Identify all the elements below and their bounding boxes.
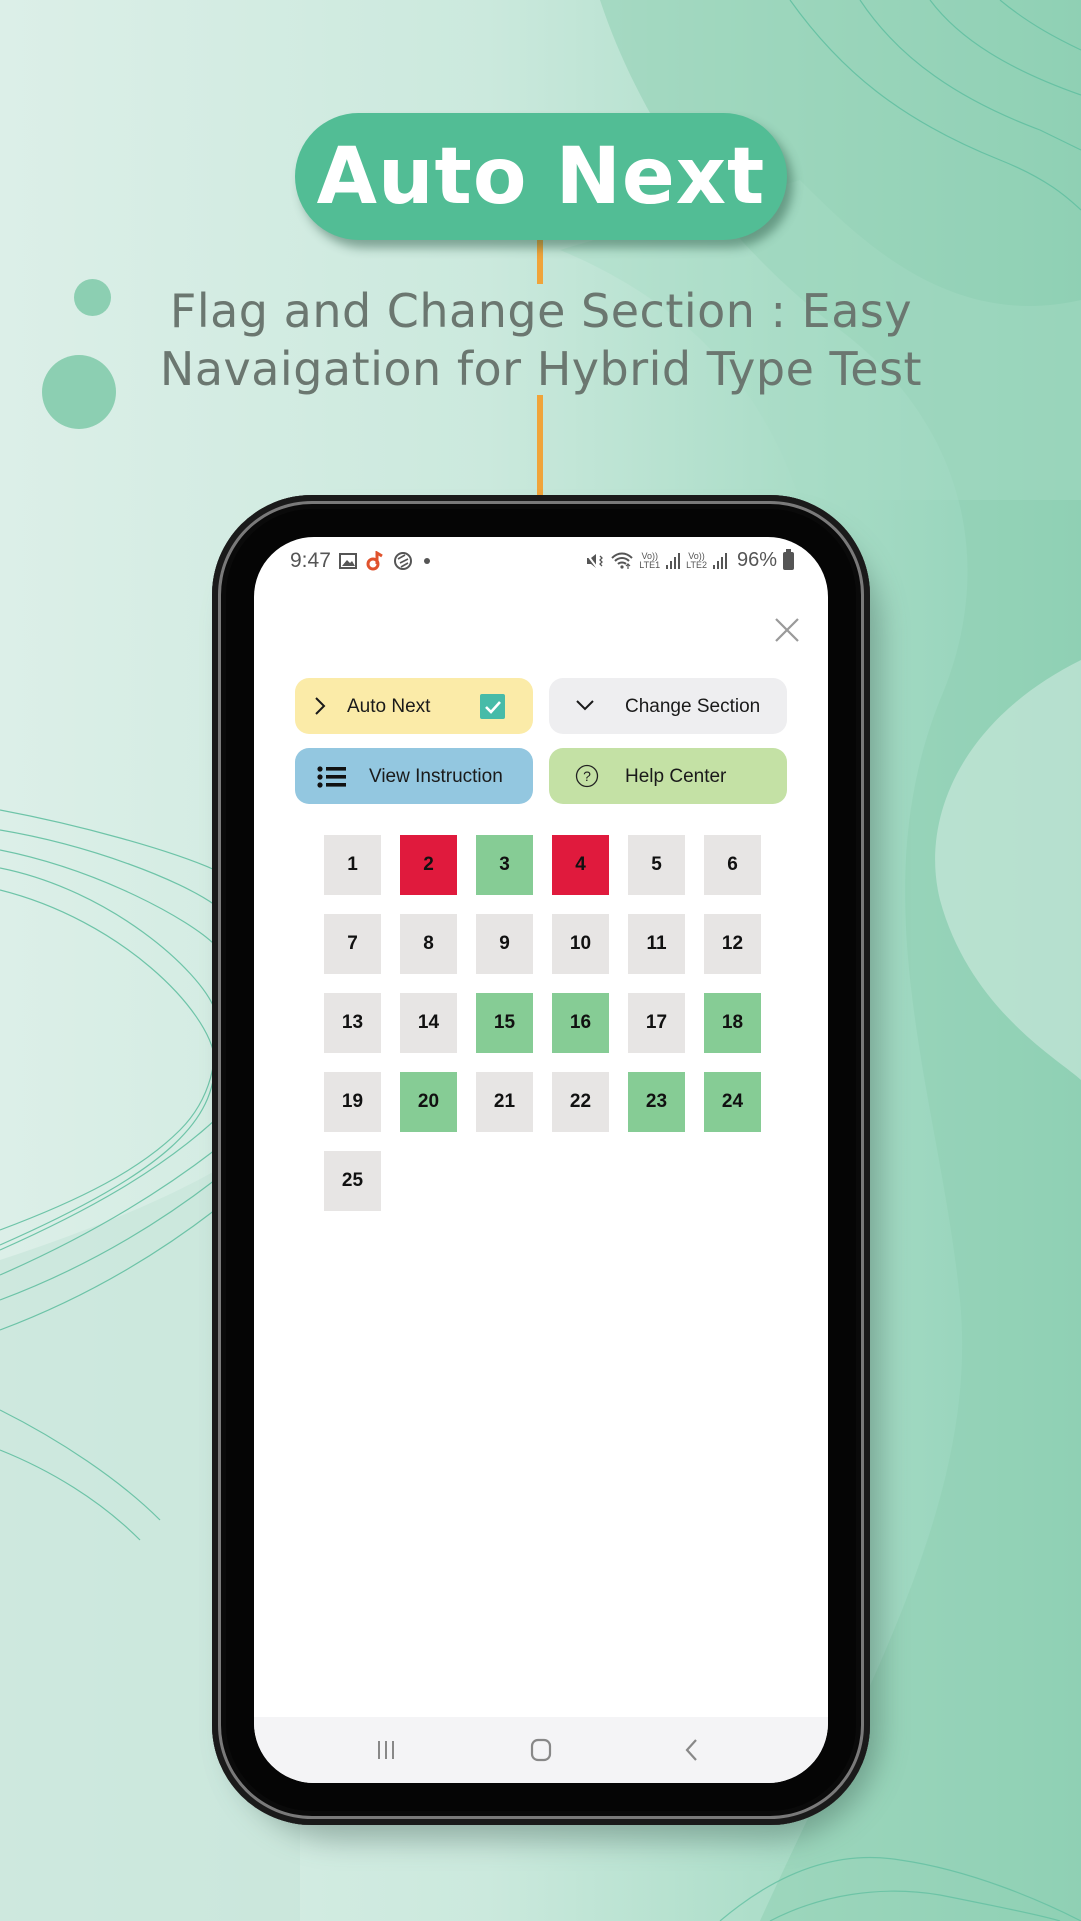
help-center-button[interactable]: ? Help Center [549,748,787,804]
recents-icon [378,1741,394,1759]
mute-vibrate-icon [585,551,605,570]
svg-text:?: ? [583,768,591,784]
question-17-button[interactable]: 17 [628,993,685,1053]
status-left: 9:47 [290,549,433,573]
checkmark-icon [484,700,501,714]
music-app-icon [365,551,385,571]
wifi-icon [611,552,633,570]
gallery-icon [338,553,357,569]
question-16-button[interactable]: 16 [552,993,609,1053]
close-icon [775,618,799,642]
question-22-button[interactable]: 22 [552,1072,609,1132]
question-15-button[interactable]: 15 [476,993,533,1053]
decorative-dot-large [42,355,116,429]
question-7-button[interactable]: 7 [324,914,381,974]
question-3-button[interactable]: 3 [476,835,533,895]
question-6-button[interactable]: 6 [704,835,761,895]
phone-screen: 9:47 Vo)) LTE1 Vo)) LTE2 96% Auto Next C… [254,537,828,1783]
question-24-button[interactable]: 24 [704,1072,761,1132]
volte-lte2-signal-icon: Vo)) LTE2 [686,550,707,570]
question-8-button[interactable]: 8 [400,914,457,974]
auto-next-checkbox[interactable] [480,694,505,719]
status-bar: 9:47 Vo)) LTE1 Vo)) LTE2 96% [254,537,828,585]
promo-title: Auto Next [316,131,766,222]
connector-line-top [537,238,543,284]
sync-icon [393,551,413,571]
question-19-button[interactable]: 19 [324,1072,381,1132]
promo-title-badge: Auto Next [295,113,787,240]
question-13-button[interactable]: 13 [324,993,381,1053]
question-5-button[interactable]: 5 [628,835,685,895]
dot-icon [421,555,433,567]
back-button[interactable] [672,1735,712,1765]
chevron-right-icon [313,695,327,717]
question-21-button[interactable]: 21 [476,1072,533,1132]
close-button[interactable] [772,615,802,645]
status-right: Vo)) LTE1 Vo)) LTE2 96% [585,548,794,572]
question-14-button[interactable]: 14 [400,993,457,1053]
signal-strength-2-icon [712,552,727,569]
question-12-button[interactable]: 12 [704,914,761,974]
connector-line-bottom [537,395,543,495]
decorative-dot-small [74,279,111,316]
auto-next-button[interactable]: Auto Next [295,678,533,734]
question-2-button[interactable]: 2 [400,835,457,895]
question-23-button[interactable]: 23 [628,1072,685,1132]
promo-subtitle-line-1: Flag and Change Section : Easy [169,284,913,338]
question-1-button[interactable]: 1 [324,835,381,895]
home-button[interactable] [521,1735,561,1765]
view-instruction-button[interactable]: View Instruction [295,748,533,804]
help-circle-icon: ? [575,764,599,788]
chevron-down-icon [575,698,595,712]
question-25-button[interactable]: 25 [324,1151,381,1211]
battery-percent: 96% [736,549,777,571]
home-icon [530,1738,552,1762]
promo-subtitle-line-2: Navaigation for Hybrid Type Test [159,342,923,396]
volte-lte1-signal-icon: Vo)) LTE1 [639,550,661,570]
help-center-label: Help Center [625,766,727,787]
question-4-button[interactable]: 4 [552,835,609,895]
signal-strength-1-icon [666,552,681,569]
question-18-button[interactable]: 18 [704,993,761,1053]
auto-next-label: Auto Next [347,696,431,717]
question-9-button[interactable]: 9 [476,914,533,974]
question-10-button[interactable]: 10 [552,914,609,974]
battery-icon [783,548,794,570]
change-section-button[interactable]: Change Section [549,678,787,734]
question-20-button[interactable]: 20 [400,1072,457,1132]
question-11-button[interactable]: 11 [628,914,685,974]
recents-button[interactable] [366,1735,406,1765]
view-instruction-label: View Instruction [369,766,503,787]
list-icon [317,766,347,788]
promo-subtitle: Flag and Change Section : Easy Navaigati… [150,282,932,398]
status-time: 9:47 [290,549,331,572]
system-nav-bar [254,1717,828,1783]
back-icon [685,1739,697,1761]
change-section-label: Change Section [625,696,761,717]
